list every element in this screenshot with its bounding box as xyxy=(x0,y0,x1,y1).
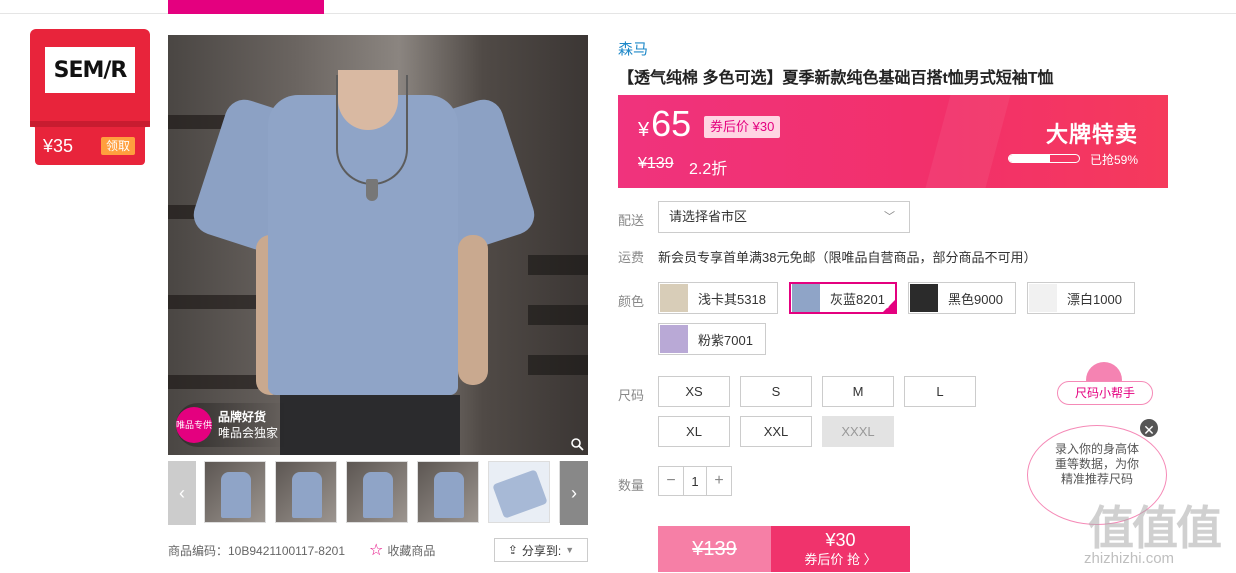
color-option[interactable]: 漂白1000 xyxy=(1027,282,1135,314)
product-main-image[interactable]: 唯品专供 品牌好货 唯品会独家 xyxy=(168,35,588,455)
quantity-label: 数量 xyxy=(618,478,645,493)
thumbnail[interactable] xyxy=(417,461,479,523)
size-option[interactable]: XL xyxy=(658,416,730,447)
background-drawer xyxy=(528,355,588,375)
promo-title: 大牌特卖 xyxy=(1045,122,1138,147)
color-option[interactable]: 黑色9000 xyxy=(908,282,1016,314)
sold-progress-bar xyxy=(1008,154,1080,163)
size-option[interactable]: XXL xyxy=(740,416,812,447)
share-icon: ⇪ xyxy=(507,543,518,557)
chevron-down-icon: ﹀ xyxy=(884,211,895,223)
exclusive-badge-text: 品牌好货 唯品会独家 xyxy=(218,409,278,441)
quantity-input[interactable]: 1 xyxy=(683,467,707,495)
thumbnail[interactable] xyxy=(488,461,550,523)
current-price: ¥65 xyxy=(638,103,691,145)
quantity-minus-button[interactable]: − xyxy=(659,467,683,495)
brand-card-top: SEM/R xyxy=(30,29,150,127)
price-banner: ¥65 券后价 ¥30 ¥139 2.2折 大牌特卖 已抢59% xyxy=(618,95,1168,188)
thumbnail[interactable] xyxy=(275,461,337,523)
thumbnail[interactable] xyxy=(204,461,266,523)
sold-percentage: 已抢59% xyxy=(1089,153,1138,167)
active-nav-indicator xyxy=(168,0,324,14)
magnifier-icon[interactable] xyxy=(570,437,584,451)
delivery-region-select[interactable]: 请选择省市区 ﹀ xyxy=(658,201,910,233)
buy-button-price: ¥30 xyxy=(825,530,856,550)
chevron-down-icon: ▼ xyxy=(565,545,575,555)
size-helper-line: 录入你的身高体 xyxy=(1054,442,1139,456)
thumbnail-strip: ‹ › xyxy=(168,461,588,525)
color-swatch xyxy=(660,284,688,312)
claim-coupon-button[interactable]: 领取 xyxy=(101,137,135,155)
banner-decoration xyxy=(925,95,1011,188)
thumbnail-prev-button[interactable]: ‹ xyxy=(168,461,196,525)
shipping-info: 新会员专享首单满38元免邮（限唯品自营商品，部分商品不可用） xyxy=(658,250,1037,265)
quantity-stepper: − 1 + xyxy=(658,466,732,496)
thumbnail-next-button[interactable]: › xyxy=(560,461,588,525)
necklace-pendant xyxy=(366,179,378,201)
color-option-label: 粉紫7001 xyxy=(698,332,753,348)
color-option-label: 漂白1000 xyxy=(1067,291,1122,307)
shipping-label: 运费 xyxy=(618,250,645,265)
buy-original-price: ¥139 xyxy=(658,526,771,572)
color-option[interactable]: 浅卡其5318 xyxy=(658,282,778,314)
color-swatch xyxy=(1029,284,1057,312)
original-price: ¥139 xyxy=(638,155,674,172)
thumbnail[interactable] xyxy=(346,461,408,523)
share-button[interactable]: ⇪ 分享到: ▼ xyxy=(494,538,588,562)
color-swatch xyxy=(792,284,820,312)
color-swatch xyxy=(660,325,688,353)
brand-coupon-price: ¥35 xyxy=(43,135,74,156)
color-option[interactable]: 粉紫7001 xyxy=(658,323,766,355)
delivery-region-value: 请选择省市区 xyxy=(669,209,748,224)
necklace xyxy=(336,75,408,185)
background-drawer xyxy=(528,255,588,275)
star-icon[interactable]: ☆ xyxy=(369,540,383,560)
color-label: 颜色 xyxy=(618,294,645,309)
size-option[interactable]: XS xyxy=(658,376,730,407)
model-arm-right xyxy=(458,235,488,385)
currency-symbol: ¥ xyxy=(638,119,650,141)
share-label: 分享到: xyxy=(521,543,562,558)
size-helper-button[interactable]: 尺码小帮手 xyxy=(1057,381,1153,405)
brand-coupon-strip: ¥35 领取 xyxy=(35,127,145,165)
size-helper-line: 精准推荐尺码 xyxy=(1060,472,1133,486)
sold-progress-fill xyxy=(1009,155,1051,162)
product-code: 商品编码：10B9421100117-8201 xyxy=(168,543,346,558)
color-option-label: 灰蓝8201 xyxy=(830,291,885,307)
size-option[interactable]: M xyxy=(822,376,894,407)
background-drawer xyxy=(528,305,588,325)
background-shelf xyxy=(168,295,268,309)
exclusive-badge-subtitle: 唯品会独家 xyxy=(218,426,279,440)
coupon-price-tag: 券后价 ¥30 xyxy=(704,116,781,138)
buy-button-label: 券后价 抢 〉 xyxy=(804,552,877,567)
color-swatch xyxy=(910,284,938,312)
color-option-label: 黑色9000 xyxy=(948,291,1003,307)
size-label: 尺码 xyxy=(618,388,645,403)
brand-link[interactable]: 森马 xyxy=(618,38,648,59)
brand-coupon-card[interactable]: SEM/R ¥35 领取 xyxy=(30,29,150,165)
color-option[interactable]: 灰蓝8201 xyxy=(789,282,897,314)
buy-button[interactable]: ¥30 券后价 抢 〉 xyxy=(771,526,910,572)
color-option-label: 浅卡其5318 xyxy=(698,291,766,307)
exclusive-badge: 唯品专供 品牌好货 唯品会独家 xyxy=(176,403,289,447)
size-option: XXXL xyxy=(822,416,894,447)
exclusive-badge-icon: 唯品专供 xyxy=(176,407,212,443)
size-option[interactable]: S xyxy=(740,376,812,407)
current-price-value: 65 xyxy=(651,103,692,144)
discount-rate: 2.2折 xyxy=(689,161,728,178)
favorite-label[interactable]: 收藏商品 xyxy=(387,542,435,559)
size-helper-line: 重等数据，为你 xyxy=(1054,457,1139,471)
close-icon[interactable]: ✕ xyxy=(1138,417,1160,439)
watermark-logo: 值值值 xyxy=(1088,502,1222,554)
background-shelf xyxy=(168,375,268,389)
product-title: 【透气纯棉 多色可选】夏季新款纯色基础百搭t恤男式短袖T恤 xyxy=(618,70,1054,87)
model-pants xyxy=(280,395,460,455)
delivery-label: 配送 xyxy=(618,213,645,228)
quantity-plus-button[interactable]: + xyxy=(707,467,731,495)
brand-logo: SEM/R xyxy=(45,47,135,93)
size-option[interactable]: L xyxy=(904,376,976,407)
product-meta-row: 商品编码：10B9421100117-8201 ☆ 收藏商品 ⇪ 分享到: ▼ xyxy=(168,538,588,562)
exclusive-badge-title: 品牌好货 xyxy=(218,410,267,424)
watermark-url: zhizhizhi.com xyxy=(1084,550,1175,567)
